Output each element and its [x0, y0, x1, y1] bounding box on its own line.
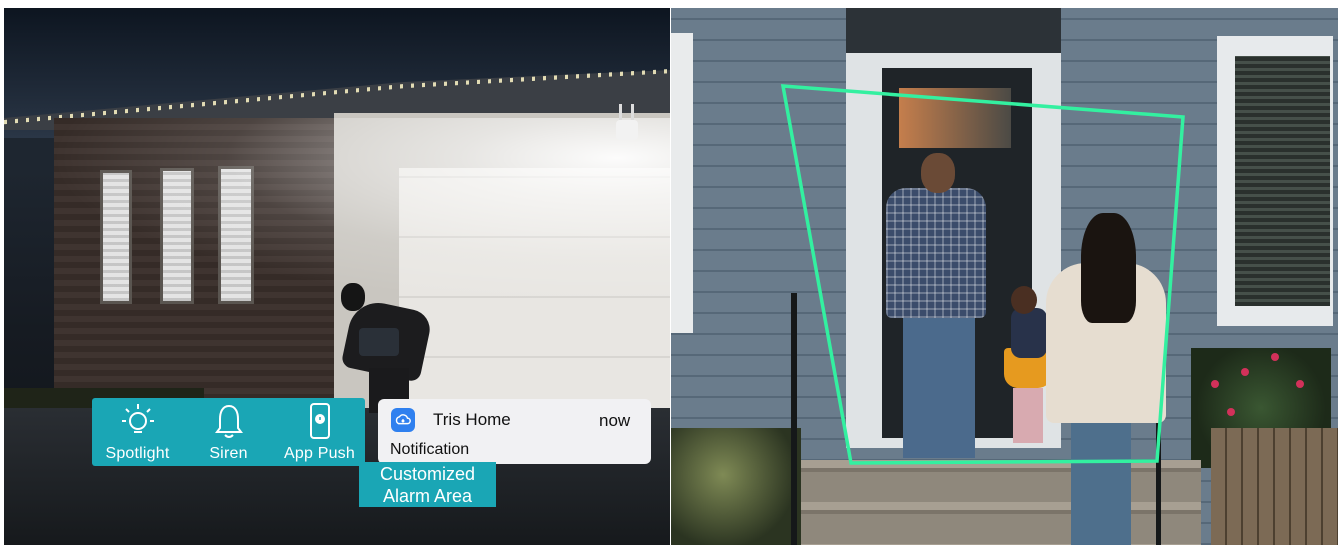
- alarm-area-label: Customized Alarm Area: [359, 462, 496, 507]
- feature-label: App Push: [284, 445, 355, 462]
- notification-body: Notification: [390, 441, 470, 458]
- spotlight-beam: [4, 118, 670, 318]
- push-notification: Tris Home now Notification: [378, 399, 651, 464]
- notification-time: now: [599, 411, 631, 430]
- feature-app-push: App Push: [274, 398, 365, 466]
- cloud-icon: [391, 408, 415, 432]
- feature-spotlight: Spotlight: [92, 398, 183, 466]
- feature-panel: Spotlight Siren App Push: [92, 398, 365, 466]
- security-camera: [616, 104, 638, 140]
- alarm-area-label-line: Customized: [379, 463, 476, 484]
- alarm-zone-outline: [780, 84, 1185, 465]
- marketing-banner: Spotlight Siren App Push Tris Home now N…: [0, 0, 1343, 549]
- app-push-icon: [309, 403, 330, 439]
- day-scene-photo: [671, 8, 1338, 545]
- feature-label: Siren: [209, 445, 248, 462]
- notification-app-name: Tris Home: [433, 410, 511, 429]
- feature-siren: Siren: [183, 398, 274, 466]
- feature-label: Spotlight: [105, 445, 170, 462]
- spotlight-icon: [121, 404, 154, 433]
- siren-icon: [214, 404, 243, 438]
- burglar-figure: [339, 283, 439, 413]
- alarm-area-label-line: Alarm Area: [382, 485, 473, 506]
